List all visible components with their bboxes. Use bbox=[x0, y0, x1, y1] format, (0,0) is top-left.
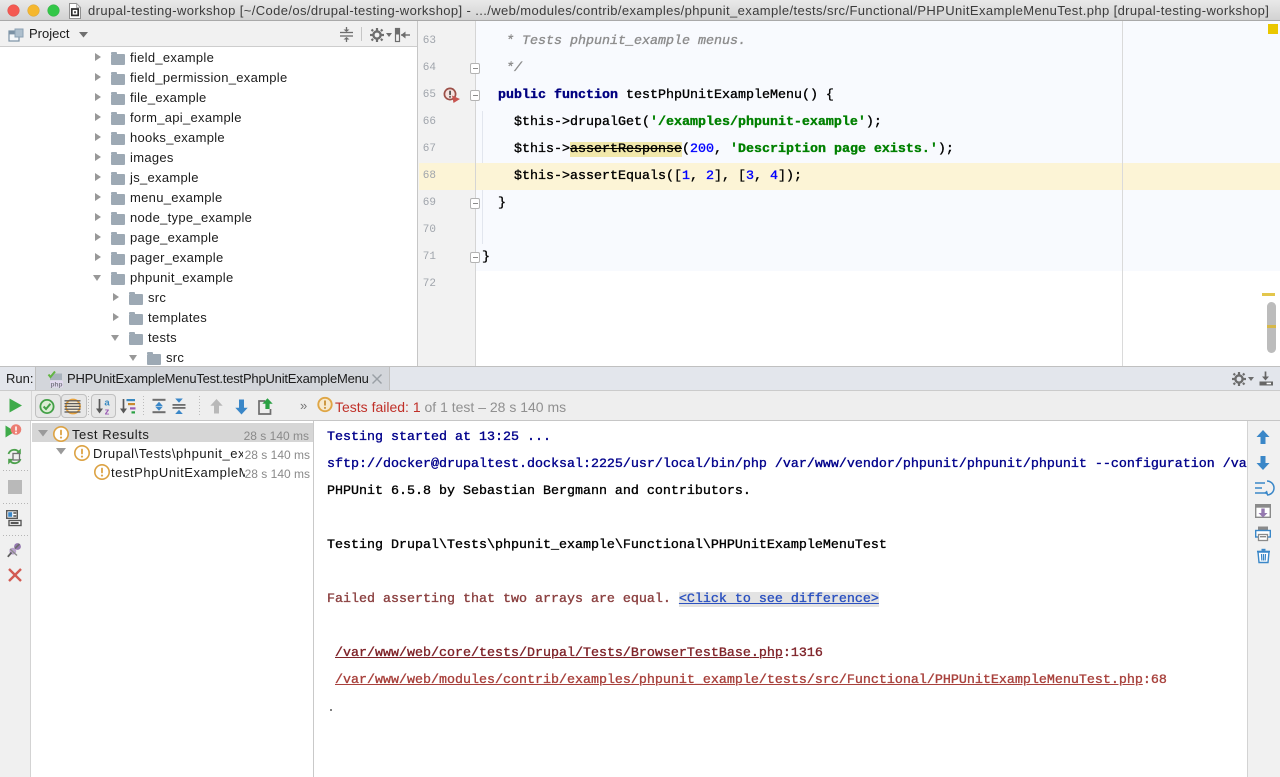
svg-text:z: z bbox=[105, 407, 110, 418]
svg-text:php: php bbox=[51, 382, 63, 389]
